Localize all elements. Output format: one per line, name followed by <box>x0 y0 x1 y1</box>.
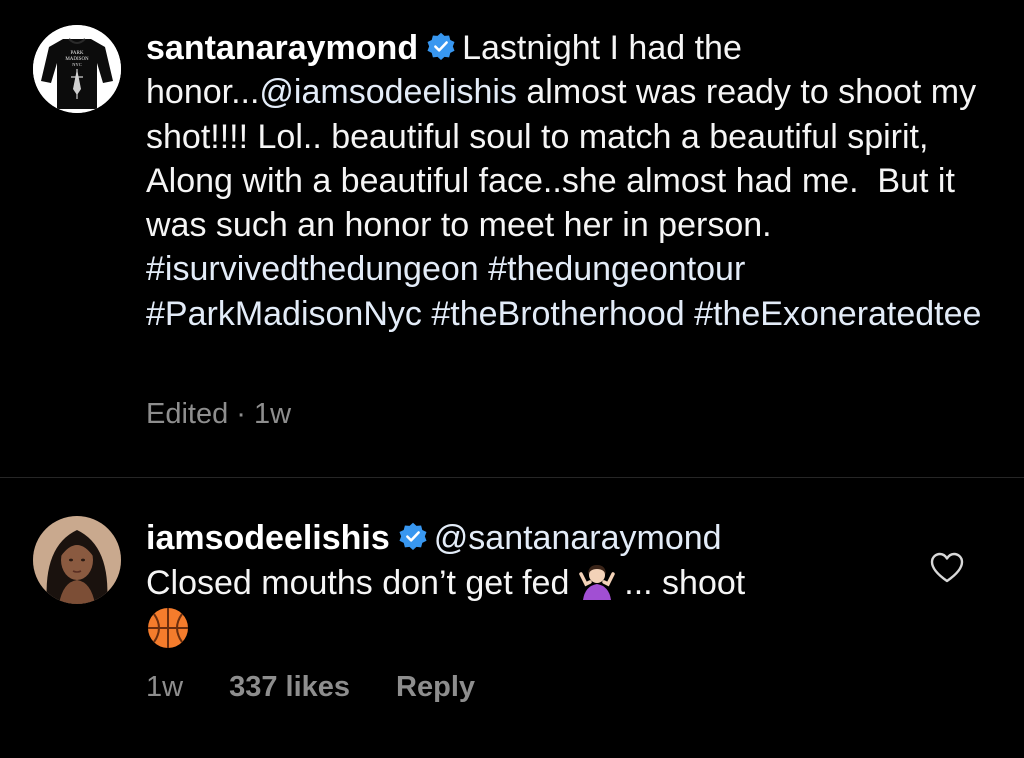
comment-timestamp: 1w <box>146 671 184 703</box>
basketball-emoji-icon <box>148 608 188 648</box>
hashtag-link[interactable]: #isurvivedthedungeon <box>146 250 479 288</box>
post-caption: PARK MADISON NYC santanaraymond Lastnight… <box>0 0 1024 478</box>
woman-shrugging-emoji-icon <box>579 565 615 600</box>
caption-mention-link[interactable]: @iamsodeelishis <box>259 73 517 111</box>
comment-username[interactable]: iamsodeelishis <box>146 519 390 557</box>
hashtag-link[interactable]: #theBrotherhood <box>431 295 684 333</box>
hashtag-link[interactable]: #thedungeontour <box>488 250 745 288</box>
hashtag-link[interactable]: #theExoneratedtee <box>694 295 981 333</box>
divider <box>0 477 1024 478</box>
comment-mention-link[interactable]: @santanaraymond <box>434 519 722 557</box>
post-username[interactable]: santanaraymond <box>146 29 418 67</box>
verified-badge-icon <box>427 32 455 61</box>
post-caption-text: santanaraymond Lastnight I had the honor.… <box>146 26 996 336</box>
comment-author-avatar[interactable] <box>33 516 121 604</box>
avatar-text-3: NYC <box>72 62 82 67</box>
hashtag-link[interactable]: #ParkMadisonNyc <box>146 295 422 333</box>
post-author-avatar[interactable]: PARK MADISON NYC <box>33 25 121 113</box>
heart-like-icon[interactable] <box>930 552 964 584</box>
profile-photo-image <box>33 516 121 604</box>
sweatshirt-avatar-image: PARK MADISON NYC <box>33 25 121 113</box>
comment-text-before-emoji: Closed mouths don’t get fed <box>146 564 579 602</box>
comment-text-after-emoji: ... shoot <box>614 564 746 602</box>
comment-text: iamsodeelishis @santanaraymond Closed mout… <box>146 516 906 652</box>
comment-likes-count[interactable]: 337 likes <box>229 671 350 704</box>
verified-badge-icon <box>399 522 427 551</box>
comment-actions: 1w 337 likes Reply <box>146 671 475 704</box>
post-edited-timestamp: Edited · 1w <box>146 398 292 430</box>
avatar-text-1: PARK <box>71 51 84 56</box>
reply-button[interactable]: Reply <box>396 671 475 704</box>
